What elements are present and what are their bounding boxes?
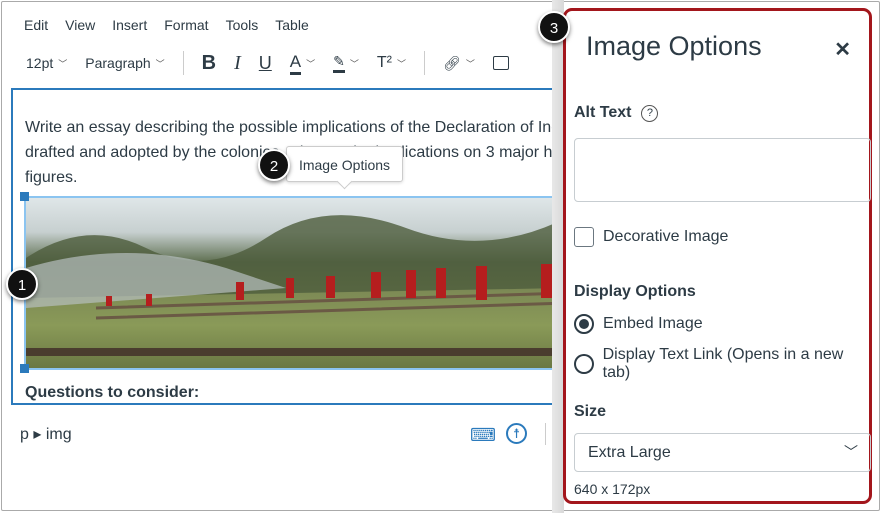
chevron-down-icon: ﹀ [844, 444, 858, 460]
resize-handle[interactable] [20, 192, 29, 201]
link-icon: 🔗︎ [443, 54, 461, 71]
toolbar: 12pt ﹀ Paragraph ﹀ B I U A ﹀ ✎ ﹀ T² ﹀ 🔗︎ ﹀ [26, 51, 527, 75]
menu-edit[interactable]: Edit [24, 17, 48, 33]
element-path: p ▸ img [20, 426, 72, 443]
superscript-button[interactable]: T² ﹀ [377, 54, 406, 72]
resize-handle[interactable] [20, 364, 29, 373]
battle-reenactment-image [26, 215, 556, 356]
decorative-image-checkbox[interactable]: Decorative Image [574, 227, 728, 247]
chevron-down-icon: ﹀ [306, 58, 316, 69]
divider [545, 423, 546, 445]
chevron-down-icon: ﹀ [465, 58, 475, 69]
alt-text-label: Alt Text? [574, 104, 659, 122]
embedded-image[interactable] [24, 196, 556, 370]
keyboard-shortcuts-icon[interactable]: ⌨ [470, 425, 496, 446]
accessibility-checker-icon[interactable]: ☨ [506, 423, 527, 444]
menu-bar: Edit View Insert Format Tools Table [24, 17, 309, 33]
callout-badge-2: 2 [258, 149, 290, 181]
questions-heading: Questions to consider: [25, 384, 200, 401]
help-icon[interactable]: ? [641, 105, 659, 122]
underline-button[interactable]: U [259, 53, 272, 74]
panel-title: Image Options [586, 31, 762, 61]
checkbox[interactable] [574, 227, 594, 247]
image-button[interactable] [492, 56, 509, 70]
chevron-down-icon: ﹀ [349, 58, 359, 69]
menu-format[interactable]: Format [164, 17, 208, 33]
callout-badge-3: 3 [538, 11, 570, 43]
menu-tools[interactable]: Tools [226, 17, 259, 33]
superscript-icon: T² [376, 54, 393, 71]
image-options-tooltip[interactable]: Image Options [286, 146, 403, 182]
size-value: Extra Large [588, 444, 671, 461]
display-options-label: Display Options [574, 283, 696, 300]
close-icon[interactable]: ✕ [834, 37, 851, 62]
menu-view[interactable]: View [65, 17, 95, 33]
display-text-link-radio[interactable]: Display Text Link (Opens in a new tab) [574, 346, 869, 382]
italic-button[interactable]: I [234, 52, 241, 75]
size-select[interactable]: Extra Large ﹀ [574, 433, 871, 472]
image-icon [492, 56, 509, 70]
editor-content[interactable]: Write an essay describing the possible i… [11, 88, 556, 405]
text-color-icon: A [289, 52, 302, 75]
chevron-down-icon: ﹀ [397, 58, 407, 69]
highlighter-icon: ✎ [333, 53, 345, 73]
alt-text-label-text: Alt Text [574, 104, 632, 121]
embed-image-radio[interactable]: Embed Image [574, 314, 703, 334]
text-color-button[interactable]: A ﹀ [289, 52, 316, 75]
font-size-select[interactable]: 12pt ﹀ [26, 55, 67, 71]
decorative-label: Decorative Image [603, 228, 729, 245]
block-format-select[interactable]: Paragraph ﹀ [85, 55, 164, 71]
font-size-value: 12pt [26, 55, 54, 71]
bold-button[interactable]: B [202, 52, 216, 75]
radio-unselected[interactable] [574, 354, 594, 374]
menu-insert[interactable]: Insert [112, 17, 147, 33]
link-button[interactable]: 🔗︎ ﹀ [443, 55, 475, 72]
option-label: Embed Image [603, 315, 703, 332]
radio-selected[interactable] [574, 314, 594, 334]
highlight-button[interactable]: ✎ ﹀ [333, 53, 359, 73]
divider [182, 51, 184, 75]
image-options-panel: Image Options ✕ Alt Text? Decorative Ima… [563, 8, 872, 504]
divider [424, 51, 426, 75]
alt-text-input[interactable] [574, 138, 871, 202]
callout-badge-1: 1 [6, 268, 38, 300]
menu-table[interactable]: Table [275, 17, 308, 33]
chevron-down-icon: ﹀ [58, 58, 68, 69]
chevron-down-icon: ﹀ [155, 58, 165, 69]
block-format-value: Paragraph [85, 55, 151, 71]
prompt-line: Write an essay describing the possible i… [25, 119, 556, 136]
image-dimensions: 640 x 172px [574, 481, 651, 497]
option-label: Display Text Link (Opens in a new tab) [602, 346, 844, 381]
size-label: Size [574, 403, 607, 420]
